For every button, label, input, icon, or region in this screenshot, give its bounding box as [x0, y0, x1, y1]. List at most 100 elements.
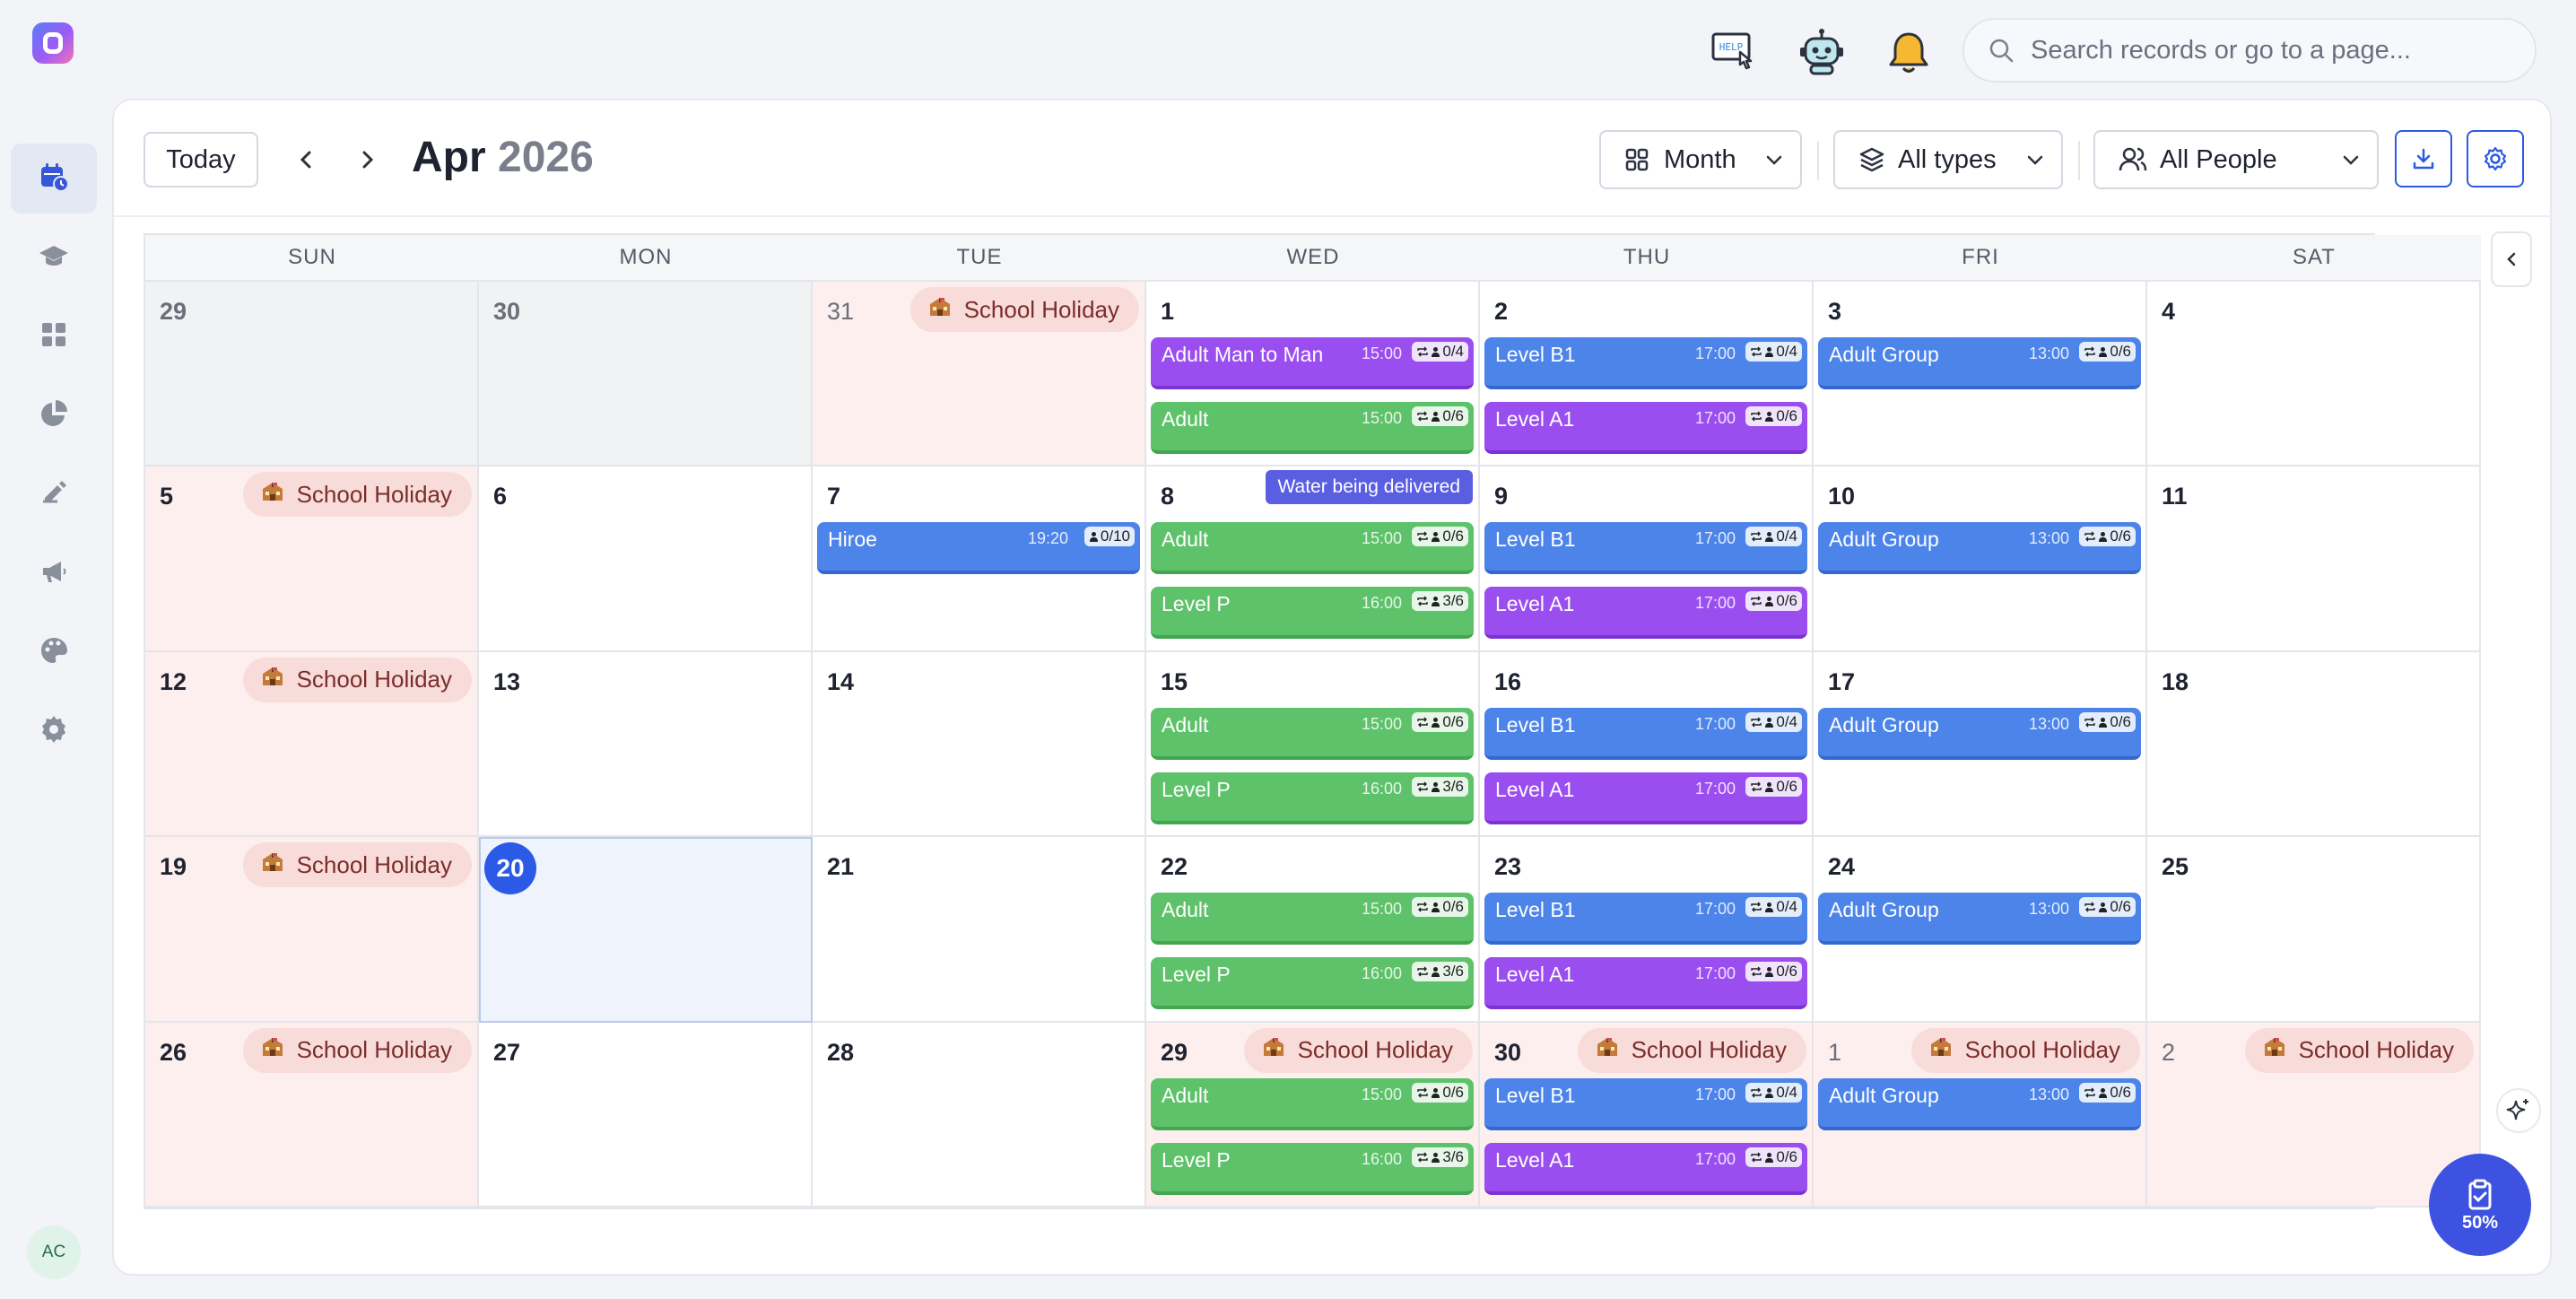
- sidebar-item-palette[interactable]: [11, 617, 97, 687]
- day-cell[interactable]: 31 School Holiday: [813, 282, 1146, 467]
- class-event[interactable]: Adult 15:00 0/6: [1151, 893, 1474, 946]
- day-cell[interactable]: 17 Adult Group 13:00 0/6: [1814, 651, 2147, 838]
- day-cell[interactable]: 1 Adult Man to Man 15:00 0/4 Adult 15:00 0/6: [1146, 282, 1480, 467]
- holiday-badge[interactable]: School Holiday: [2244, 1027, 2474, 1073]
- calendar-note-badge[interactable]: Water being delivered: [1265, 470, 1473, 505]
- day-cell[interactable]: 24 Adult Group 13:00 0/6: [1814, 837, 2147, 1023]
- class-event[interactable]: Level A1 17:00 0/6: [1484, 402, 1807, 454]
- day-cell[interactable]: 9 Level B1 17:00 0/4 Level A1 17:00 0/6: [1480, 466, 1814, 652]
- day-cell[interactable]: 15 Adult 15:00 0/6 Level P 16:00 3/6: [1146, 651, 1480, 838]
- view-select[interactable]: Month: [1599, 130, 1802, 189]
- class-event[interactable]: Level P 16:00 3/6: [1151, 587, 1474, 640]
- class-event[interactable]: Level A1 17:00 0/6: [1484, 1142, 1807, 1195]
- class-event[interactable]: Adult 15:00 0/6: [1151, 707, 1474, 760]
- collapse-panel-button[interactable]: [2491, 231, 2532, 287]
- day-cell[interactable]: 28: [813, 1022, 1146, 1207]
- holiday-badge[interactable]: School Holiday: [242, 657, 472, 702]
- day-cell[interactable]: 16 Level B1 17:00 0/4 Level A1 17:00 0/6: [1480, 651, 1814, 838]
- day-cell[interactable]: 21: [813, 837, 1146, 1023]
- sidebar-item-pie-chart[interactable]: [11, 380, 97, 450]
- day-cell[interactable]: 22 Adult 15:00 0/6 Level P 16:00 3/6: [1146, 837, 1480, 1023]
- day-cell[interactable]: 1 School Holiday Adult Group 13:00 0/6: [1814, 1022, 2147, 1207]
- class-event[interactable]: Level A1 17:00 0/6: [1484, 587, 1807, 640]
- robot-assistant-icon[interactable]: [1797, 27, 1847, 77]
- day-cell[interactable]: 30: [479, 282, 813, 467]
- class-event[interactable]: Level P 16:00 3/6: [1151, 1142, 1474, 1195]
- class-event[interactable]: Adult 15:00 0/6: [1151, 1077, 1474, 1130]
- notification-bell-icon[interactable]: [1884, 27, 1934, 77]
- day-cell[interactable]: 20: [479, 837, 813, 1023]
- sidebar-item-calendar[interactable]: [11, 144, 97, 214]
- day-cell[interactable]: 6: [479, 466, 813, 652]
- holiday-badge[interactable]: School Holiday: [1243, 1027, 1473, 1073]
- day-cell[interactable]: 7 Hiroe 19:20 0/10: [813, 466, 1146, 652]
- class-event[interactable]: Level B1 17:00 0/4: [1484, 337, 1807, 389]
- ai-sparkle-button[interactable]: [2496, 1088, 2541, 1133]
- day-cell[interactable]: 29 School Holiday Adult 15:00 0/6 Level P 16:0…: [1146, 1022, 1480, 1207]
- previous-month-button[interactable]: [284, 132, 329, 187]
- day-cell[interactable]: 29: [145, 282, 479, 467]
- sidebar-item-graduation-cap[interactable]: [11, 222, 97, 292]
- sidebar-item-signature[interactable]: [11, 459, 97, 529]
- holiday-badge[interactable]: School Holiday: [242, 842, 472, 888]
- class-event[interactable]: Level P 16:00 3/6: [1151, 957, 1474, 1010]
- day-cell[interactable]: 19 School Holiday: [145, 837, 479, 1023]
- class-event[interactable]: Level B1 17:00 0/4: [1484, 707, 1807, 760]
- day-cell[interactable]: 2 Level B1 17:00 0/4 Level A1 17:00 0/6: [1480, 282, 1814, 467]
- onboarding-progress-button[interactable]: 50%: [2429, 1154, 2531, 1256]
- class-event[interactable]: Adult Group 13:00 0/6: [1818, 707, 2141, 760]
- next-month-button[interactable]: [344, 132, 389, 187]
- today-button[interactable]: Today: [144, 132, 258, 187]
- class-event[interactable]: Level A1 17:00 0/6: [1484, 957, 1807, 1010]
- class-event[interactable]: Level B1 17:00 0/4: [1484, 1077, 1807, 1130]
- class-event[interactable]: Adult Man to Man 15:00 0/4: [1151, 337, 1474, 389]
- event-capacity: 0/6: [1776, 407, 1797, 424]
- day-cell[interactable]: 13: [479, 651, 813, 838]
- event-capacity-badge: 0/4: [1412, 342, 1468, 362]
- day-cell[interactable]: 23 Level B1 17:00 0/4 Level A1 17:00 0/6: [1480, 837, 1814, 1023]
- class-event[interactable]: Adult Group 13:00 0/6: [1818, 337, 2141, 389]
- day-cell[interactable]: 2 School Holiday: [2147, 1022, 2481, 1207]
- day-cell[interactable]: 12 School Holiday: [145, 651, 479, 838]
- class-event[interactable]: Level B1 17:00 0/4: [1484, 522, 1807, 575]
- day-cell[interactable]: 25: [2147, 837, 2481, 1023]
- sidebar-item-settings-gear[interactable]: [11, 696, 97, 766]
- holiday-badge[interactable]: School Holiday: [909, 287, 1139, 332]
- class-event[interactable]: Hiroe 19:20 0/10: [817, 522, 1140, 575]
- sidebar-item-megaphone[interactable]: [11, 538, 97, 608]
- holiday-badge[interactable]: School Holiday: [1910, 1027, 2140, 1073]
- class-event[interactable]: Adult Group 13:00 0/6: [1818, 893, 2141, 946]
- class-event[interactable]: Adult 15:00 0/6: [1151, 522, 1474, 575]
- class-event[interactable]: Level B1 17:00 0/4: [1484, 893, 1807, 946]
- day-cell[interactable]: 30 School Holiday Level B1 17:00 0/4 Level A1…: [1480, 1022, 1814, 1207]
- day-cell[interactable]: 18: [2147, 651, 2481, 838]
- day-cell[interactable]: 27: [479, 1022, 813, 1207]
- holiday-badge[interactable]: School Holiday: [242, 1027, 472, 1073]
- class-event[interactable]: Adult Group 13:00 0/6: [1818, 1077, 2141, 1130]
- download-button[interactable]: [2395, 130, 2452, 187]
- day-cell[interactable]: 10 Adult Group 13:00 0/6: [1814, 466, 2147, 652]
- people-filter-select[interactable]: All People: [2093, 130, 2379, 189]
- person-icon: [1765, 781, 1774, 792]
- class-event[interactable]: Level A1 17:00 0/6: [1484, 772, 1807, 824]
- holiday-badge[interactable]: School Holiday: [242, 472, 472, 518]
- class-event[interactable]: Adult Group 13:00 0/6: [1818, 522, 2141, 575]
- day-cell[interactable]: 5 School Holiday: [145, 466, 479, 652]
- user-avatar[interactable]: AC: [27, 1225, 81, 1279]
- sidebar-item-dashboard-grid[interactable]: [11, 301, 97, 371]
- day-cell[interactable]: 8 Water being delivered Adult 15:00 0/6 Level…: [1146, 466, 1480, 652]
- day-cell[interactable]: 26 School Holiday: [145, 1022, 479, 1207]
- type-filter-select[interactable]: All types: [1833, 130, 2063, 189]
- help-icon[interactable]: HELP: [1710, 27, 1760, 77]
- global-search-input[interactable]: Search records or go to a page...: [1962, 18, 2537, 83]
- day-cell[interactable]: 3 Adult Group 13:00 0/6: [1814, 282, 2147, 467]
- day-cell[interactable]: 14: [813, 651, 1146, 838]
- class-event[interactable]: Level P 16:00 3/6: [1151, 772, 1474, 824]
- class-event[interactable]: Adult 15:00 0/6: [1151, 402, 1474, 454]
- holiday-badge[interactable]: School Holiday: [1577, 1027, 1806, 1073]
- app-logo[interactable]: [32, 22, 74, 64]
- event-capacity-badge: 0/6: [2079, 1082, 2136, 1103]
- day-cell[interactable]: 4: [2147, 282, 2481, 467]
- day-cell[interactable]: 11: [2147, 466, 2481, 652]
- calendar-settings-button[interactable]: [2467, 130, 2524, 187]
